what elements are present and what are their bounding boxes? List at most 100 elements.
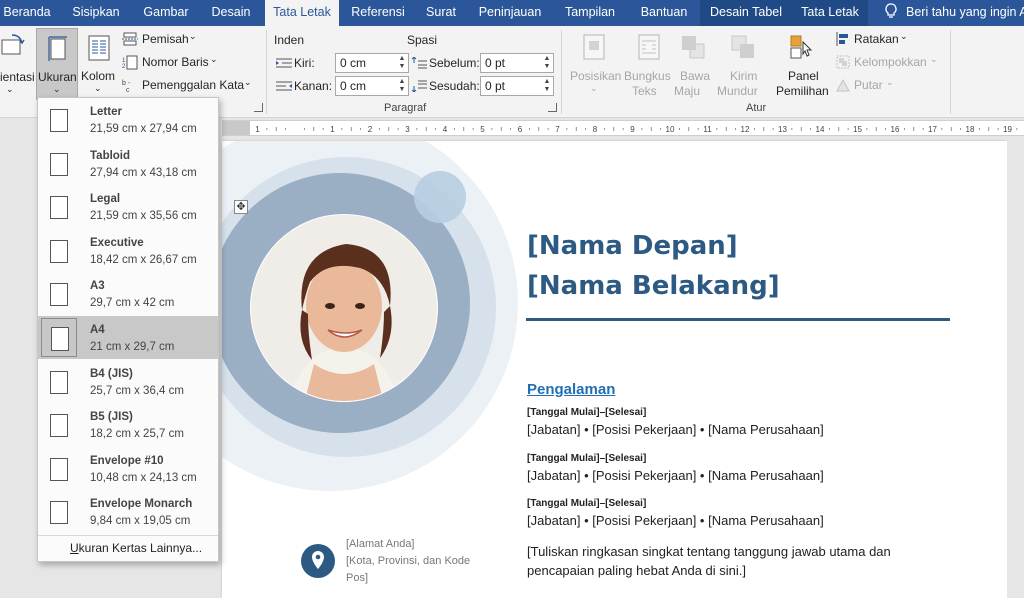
tab-design[interactable]: Desain bbox=[204, 0, 258, 26]
indent-right-icon bbox=[276, 81, 292, 91]
ruler-number: 13 bbox=[778, 125, 787, 134]
address-line-1[interactable]: [Alamat Anda] bbox=[346, 538, 415, 550]
paper-size-name: Legal bbox=[90, 193, 121, 206]
wrap-text-label-2: Teks bbox=[632, 84, 657, 98]
paragraph-launcher-icon[interactable] bbox=[548, 103, 557, 112]
wrap-text-label-1: Bungkus bbox=[624, 69, 671, 83]
hyphenation-button[interactable]: b-c Pemenggalan Kata ⌄ bbox=[122, 77, 252, 95]
experience-job-1[interactable]: [Jabatan] • [Posisi Pekerjaan] • [Nama P… bbox=[527, 422, 824, 437]
paper-size-dimensions: 25,7 cm x 36,4 cm bbox=[90, 384, 184, 397]
tell-me-search[interactable]: Beri tahu yang ingin A bbox=[884, 0, 1024, 26]
document-page[interactable]: ✥ [Nama Depan] [Nama Belakang] Pengalama… bbox=[222, 141, 1007, 598]
experience-job-2[interactable]: [Jabatan] • [Posisi Pekerjaan] • [Nama P… bbox=[527, 468, 824, 483]
selection-pane-icon bbox=[790, 35, 813, 59]
line-numbers-button[interactable]: 12 Nomor Baris ⌄ bbox=[122, 54, 222, 72]
horizontal-ruler[interactable]: 211234567891011121314151617181920 bbox=[222, 120, 1024, 136]
page-thumbnail-icon bbox=[41, 318, 77, 357]
paper-size-item[interactable]: B4 (JIS) 25,7 cm x 36,4 cm bbox=[38, 360, 218, 403]
paper-size-item[interactable]: Executive 18,42 cm x 26,67 cm bbox=[38, 229, 218, 272]
experience-date-3[interactable]: [Tanggal Mulai]–[Selesai] bbox=[527, 498, 646, 509]
last-name-heading[interactable]: [Nama Belakang] bbox=[527, 271, 780, 301]
columns-button[interactable]: Kolom ⌄ bbox=[80, 28, 118, 100]
move-handle-icon[interactable]: ✥ bbox=[234, 200, 248, 214]
ruler-number: 4 bbox=[443, 125, 448, 134]
spinner-arrows-icon[interactable]: ▲ ▼ bbox=[543, 78, 551, 94]
rotate-button[interactable]: Putar ⌄ bbox=[834, 77, 904, 95]
rotate-label: Putar bbox=[854, 78, 883, 92]
indent-left-label: Kiri: bbox=[294, 56, 315, 70]
bring-forward-label-2: Maju bbox=[674, 84, 701, 98]
chevron-down-icon: ⌄ bbox=[900, 31, 908, 41]
address-line-3[interactable]: Pos] bbox=[346, 572, 368, 584]
spinner-arrows-icon[interactable]: ▲ ▼ bbox=[398, 78, 406, 94]
paper-size-item[interactable]: B5 (JIS) 18,2 cm x 25,7 cm bbox=[38, 403, 218, 446]
paper-size-dropdown: Letter 21,59 cm x 27,94 cm Tabloid 27,94 cm… bbox=[37, 97, 219, 562]
selection-pane-button[interactable]: Panel Pemilihan bbox=[774, 28, 830, 100]
tab-mailings[interactable]: Surat bbox=[420, 0, 462, 26]
tab-table-layout[interactable]: Tata Letak bbox=[792, 0, 868, 26]
orientation-button[interactable]: ientasi ⌄ bbox=[0, 28, 35, 100]
profile-photo[interactable] bbox=[250, 214, 438, 402]
more-paper-sizes-item[interactable]: Ukuran Kertas Lainnya... bbox=[70, 541, 202, 555]
paper-size-item[interactable]: A4 21 cm x 29,7 cm bbox=[38, 316, 218, 359]
experience-job-3[interactable]: [Jabatan] • [Posisi Pekerjaan] • [Nama P… bbox=[527, 513, 824, 528]
experience-date-1[interactable]: [Tanggal Mulai]–[Selesai] bbox=[527, 407, 646, 418]
paper-size-item[interactable]: Tabloid 27,94 cm x 43,18 cm bbox=[38, 142, 218, 185]
ruler-number: 1 bbox=[330, 125, 335, 134]
experience-date-2[interactable]: [Tanggal Mulai]–[Selesai] bbox=[527, 453, 646, 464]
tab-view[interactable]: Tampilan bbox=[558, 0, 622, 26]
tab-table-design[interactable]: Desain Tabel bbox=[700, 0, 792, 26]
align-button[interactable]: Ratakan ⌄ bbox=[834, 31, 914, 49]
ruler-number: 14 bbox=[816, 125, 825, 134]
position-button[interactable]: Posisikan ⌄ bbox=[566, 28, 621, 100]
paper-size-item[interactable]: A3 29,7 cm x 42 cm bbox=[38, 272, 218, 315]
spacing-after-input[interactable]: 0 pt ▲ ▼ bbox=[480, 76, 554, 96]
spinner-arrows-icon[interactable]: ▲ ▼ bbox=[398, 55, 406, 71]
ruler-number: 8 bbox=[593, 125, 598, 134]
indent-heading: Inden bbox=[274, 33, 305, 47]
address-line-2[interactable]: [Kota, Provinsi, dan Kode bbox=[346, 555, 470, 567]
paper-size-item[interactable]: Envelope Monarch 9,84 cm x 19,05 cm bbox=[38, 490, 218, 533]
paper-size-item[interactable]: Letter 21,59 cm x 27,94 cm bbox=[38, 98, 218, 141]
tab-review[interactable]: Peninjauan bbox=[473, 0, 547, 26]
bring-forward-button[interactable]: Bawa Maju bbox=[674, 28, 712, 100]
align-label: Ratakan bbox=[854, 32, 899, 46]
line-numbers-icon: 12 bbox=[122, 55, 138, 70]
first-name-heading[interactable]: [Nama Depan] bbox=[527, 231, 738, 261]
tab-references[interactable]: Referensi bbox=[343, 0, 413, 26]
tab-home[interactable]: Beranda bbox=[0, 0, 54, 26]
position-icon bbox=[583, 34, 605, 60]
size-button[interactable]: Ukuran ⌄ bbox=[36, 28, 78, 100]
wrap-text-button[interactable]: Bungkus Teks bbox=[622, 28, 674, 100]
send-backward-button[interactable]: Kirim Mundur bbox=[716, 28, 772, 100]
paper-size-item[interactable]: Legal 21,59 cm x 35,56 cm bbox=[38, 185, 218, 228]
line-numbers-label: Nomor Baris bbox=[142, 55, 209, 69]
paper-size-dimensions: 27,94 cm x 43,18 cm bbox=[90, 166, 197, 179]
group-objects-button[interactable]: Kelompokkan ⌄ bbox=[834, 54, 944, 72]
paper-size-item[interactable]: Envelope #10 10,48 cm x 24,13 cm bbox=[38, 447, 218, 490]
indent-right-input[interactable]: 0 cm ▲ ▼ bbox=[335, 76, 409, 96]
tab-insert[interactable]: Sisipkan bbox=[66, 0, 126, 26]
page-thumbnail-icon bbox=[50, 109, 68, 132]
paper-size-dimensions: 18,2 cm x 25,7 cm bbox=[90, 428, 184, 441]
tab-draw[interactable]: Gambar bbox=[137, 0, 195, 26]
indent-left-input[interactable]: 0 cm ▲ ▼ bbox=[335, 53, 409, 73]
experience-summary[interactable]: [Tuliskan ringkasan singkat tentang tang… bbox=[527, 542, 927, 580]
spacing-before-input[interactable]: 0 pt ▲ ▼ bbox=[480, 53, 554, 73]
group-separator bbox=[266, 30, 267, 114]
paper-size-dimensions: 21,59 cm x 27,94 cm bbox=[90, 123, 197, 135]
ruler-number: 5 bbox=[480, 125, 485, 134]
ruler-number: 17 bbox=[928, 125, 937, 134]
paper-size-name: Tabloid bbox=[90, 149, 131, 162]
experience-heading[interactable]: Pengalaman bbox=[527, 381, 615, 398]
ruler-number: 11 bbox=[703, 125, 712, 134]
lightbulb-icon bbox=[885, 3, 897, 18]
page-thumbnail-icon bbox=[50, 414, 68, 438]
chevron-down-icon: ⌄ bbox=[53, 84, 61, 94]
tab-layout[interactable]: Tata Letak bbox=[265, 0, 339, 26]
group-objects-label: Kelompokkan bbox=[854, 55, 927, 69]
breaks-button[interactable]: Pemisah ⌄ bbox=[122, 31, 212, 49]
spinner-arrows-icon[interactable]: ▲ ▼ bbox=[543, 55, 551, 71]
page-setup-launcher-icon[interactable] bbox=[254, 103, 263, 112]
tab-help[interactable]: Bantuan bbox=[633, 0, 695, 26]
